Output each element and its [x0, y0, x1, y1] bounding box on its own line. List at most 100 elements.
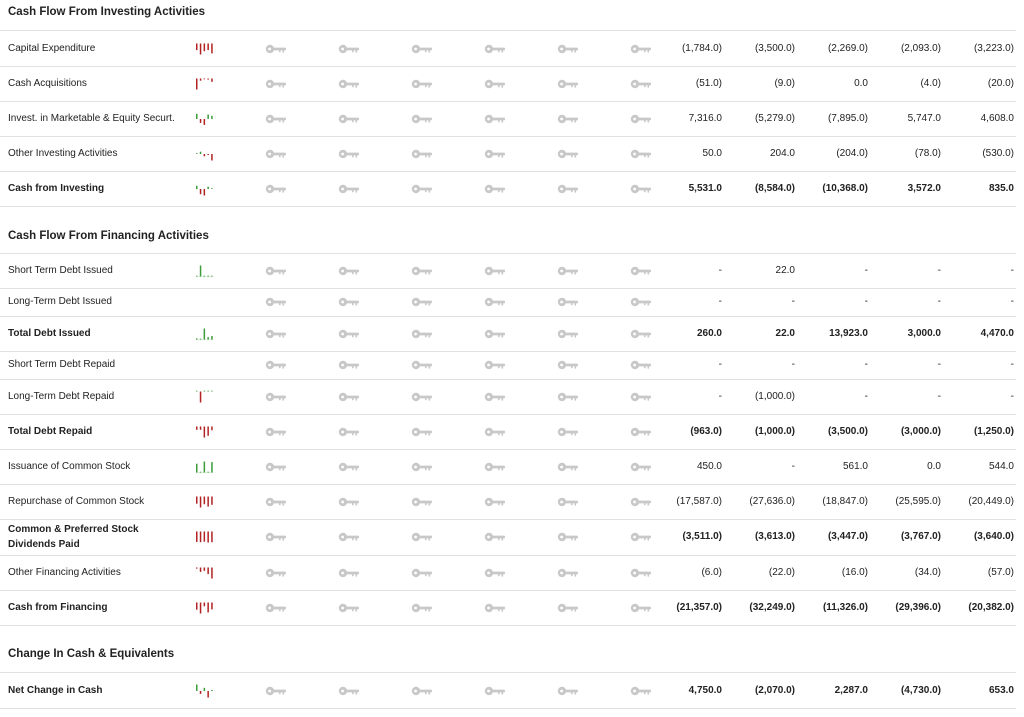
key-lock-icon[interactable]: [484, 360, 506, 370]
key-lock-icon[interactable]: [338, 568, 360, 578]
key-lock-icon[interactable]: [265, 297, 287, 307]
key-lock-icon[interactable]: [338, 79, 360, 89]
key-lock-icon[interactable]: [557, 497, 579, 507]
key-lock-icon[interactable]: [338, 114, 360, 124]
key-lock-icon[interactable]: [265, 568, 287, 578]
key-lock-icon[interactable]: [411, 462, 433, 472]
key-lock-icon[interactable]: [484, 114, 506, 124]
key-lock-icon[interactable]: [338, 329, 360, 339]
key-lock-icon[interactable]: [265, 266, 287, 276]
key-lock-icon[interactable]: [411, 44, 433, 54]
key-lock-icon[interactable]: [557, 686, 579, 696]
key-lock-icon[interactable]: [484, 568, 506, 578]
key-lock-icon[interactable]: [265, 392, 287, 402]
key-lock-icon[interactable]: [338, 44, 360, 54]
key-lock-icon[interactable]: [557, 114, 579, 124]
key-lock-icon[interactable]: [411, 392, 433, 402]
key-lock-icon[interactable]: [484, 497, 506, 507]
key-lock-icon[interactable]: [411, 297, 433, 307]
key-lock-icon[interactable]: [630, 184, 652, 194]
key-lock-icon[interactable]: [484, 686, 506, 696]
key-lock-icon[interactable]: [411, 497, 433, 507]
key-lock-icon[interactable]: [557, 266, 579, 276]
key-lock-icon[interactable]: [484, 79, 506, 89]
key-lock-icon[interactable]: [557, 44, 579, 54]
key-lock-icon[interactable]: [557, 568, 579, 578]
key-lock-icon[interactable]: [265, 44, 287, 54]
key-lock-icon[interactable]: [557, 603, 579, 613]
key-lock-icon[interactable]: [484, 603, 506, 613]
key-lock-icon[interactable]: [265, 462, 287, 472]
key-lock-icon[interactable]: [630, 462, 652, 472]
key-lock-icon[interactable]: [338, 686, 360, 696]
key-lock-icon[interactable]: [557, 360, 579, 370]
key-lock-icon[interactable]: [265, 149, 287, 159]
key-lock-icon[interactable]: [630, 603, 652, 613]
key-lock-icon[interactable]: [557, 79, 579, 89]
key-lock-icon[interactable]: [265, 329, 287, 339]
key-lock-icon[interactable]: [265, 114, 287, 124]
key-lock-icon[interactable]: [338, 149, 360, 159]
key-lock-icon[interactable]: [557, 427, 579, 437]
key-lock-icon[interactable]: [630, 392, 652, 402]
key-lock-icon[interactable]: [338, 360, 360, 370]
key-lock-icon[interactable]: [630, 568, 652, 578]
key-lock-icon[interactable]: [630, 329, 652, 339]
key-lock-icon[interactable]: [411, 532, 433, 542]
key-lock-icon[interactable]: [411, 149, 433, 159]
key-lock-icon[interactable]: [338, 297, 360, 307]
key-lock-icon[interactable]: [630, 360, 652, 370]
key-lock-icon[interactable]: [484, 329, 506, 339]
key-lock-icon[interactable]: [411, 427, 433, 437]
key-lock-icon[interactable]: [265, 79, 287, 89]
key-lock-icon[interactable]: [630, 266, 652, 276]
key-lock-icon[interactable]: [338, 184, 360, 194]
key-lock-icon[interactable]: [557, 149, 579, 159]
key-lock-icon[interactable]: [630, 427, 652, 437]
key-lock-icon[interactable]: [411, 360, 433, 370]
key-lock-icon[interactable]: [338, 497, 360, 507]
key-lock-icon[interactable]: [484, 297, 506, 307]
key-lock-icon[interactable]: [411, 603, 433, 613]
key-lock-icon[interactable]: [557, 184, 579, 194]
key-lock-icon[interactable]: [265, 603, 287, 613]
key-lock-icon[interactable]: [411, 329, 433, 339]
key-lock-icon[interactable]: [484, 149, 506, 159]
key-lock-icon[interactable]: [265, 427, 287, 437]
key-lock-icon[interactable]: [630, 297, 652, 307]
key-lock-icon[interactable]: [265, 686, 287, 696]
key-lock-icon[interactable]: [484, 184, 506, 194]
key-lock-icon[interactable]: [411, 79, 433, 89]
key-lock-icon[interactable]: [338, 266, 360, 276]
key-lock-icon[interactable]: [411, 114, 433, 124]
key-lock-icon[interactable]: [484, 266, 506, 276]
key-lock-icon[interactable]: [265, 360, 287, 370]
key-lock-icon[interactable]: [338, 603, 360, 613]
key-lock-icon[interactable]: [630, 44, 652, 54]
key-lock-icon[interactable]: [630, 149, 652, 159]
key-lock-icon[interactable]: [630, 532, 652, 542]
key-lock-icon[interactable]: [630, 114, 652, 124]
key-lock-icon[interactable]: [338, 392, 360, 402]
key-lock-icon[interactable]: [557, 532, 579, 542]
key-lock-icon[interactable]: [484, 44, 506, 54]
key-lock-icon[interactable]: [411, 568, 433, 578]
key-lock-icon[interactable]: [338, 427, 360, 437]
key-lock-icon[interactable]: [484, 462, 506, 472]
key-lock-icon[interactable]: [411, 266, 433, 276]
key-lock-icon[interactable]: [557, 297, 579, 307]
key-lock-icon[interactable]: [484, 427, 506, 437]
key-lock-icon[interactable]: [630, 79, 652, 89]
key-lock-icon[interactable]: [557, 392, 579, 402]
key-lock-icon[interactable]: [630, 497, 652, 507]
key-lock-icon[interactable]: [484, 392, 506, 402]
key-lock-icon[interactable]: [557, 462, 579, 472]
key-lock-icon[interactable]: [630, 686, 652, 696]
key-lock-icon[interactable]: [265, 497, 287, 507]
key-lock-icon[interactable]: [411, 184, 433, 194]
key-lock-icon[interactable]: [265, 184, 287, 194]
key-lock-icon[interactable]: [338, 532, 360, 542]
key-lock-icon[interactable]: [338, 462, 360, 472]
key-lock-icon[interactable]: [557, 329, 579, 339]
key-lock-icon[interactable]: [411, 686, 433, 696]
